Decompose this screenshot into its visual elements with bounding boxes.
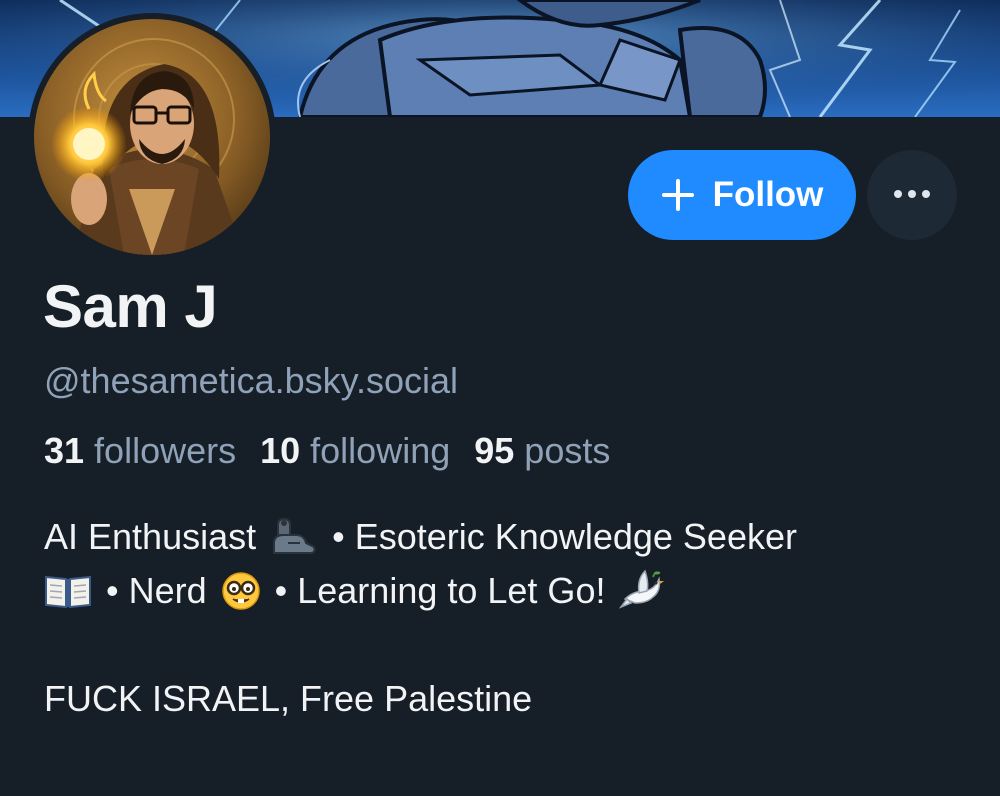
bio-text: AI Enthusiast (44, 516, 257, 557)
ellipsis-icon (892, 186, 932, 204)
profile-stats: 31 followers 10 following 95 posts (44, 430, 610, 472)
dove-icon (619, 569, 665, 613)
bio-blank-line (44, 618, 974, 672)
avatar[interactable] (34, 19, 270, 255)
posts-label: posts (524, 430, 611, 471)
display-name: Sam J (43, 273, 218, 340)
bio-line-2: • Nerd • Learning to Let Go! (44, 564, 974, 618)
follow-label: Follow (712, 175, 824, 214)
open-book-icon (44, 573, 92, 609)
followers-link[interactable]: 31 followers (44, 430, 236, 472)
follow-button[interactable]: Follow (628, 150, 856, 240)
more-options-button[interactable] (867, 150, 957, 240)
avatar-wizard-icon (34, 19, 270, 255)
bio-text: • Esoteric Knowledge Seeker (332, 516, 797, 557)
bio-text: • Nerd (106, 570, 207, 611)
bio-line-1: AI Enthusiast • Esoteric Knowledge Seeke… (44, 510, 974, 564)
flexed-biceps-mechanical-arm-icon (270, 517, 318, 557)
plus-icon (661, 178, 695, 212)
avatar-frame[interactable] (28, 13, 276, 261)
posts-count: 95 (474, 430, 515, 471)
bio-line-3: FUCK ISRAEL, Free Palestine (44, 672, 974, 726)
profile-bio: AI Enthusiast • Esoteric Knowledge Seeke… (44, 510, 974, 726)
posts-link: 95 posts (474, 430, 610, 472)
nerd-face-icon (221, 571, 261, 611)
following-link[interactable]: 10 following (260, 430, 450, 472)
following-count: 10 (260, 430, 301, 471)
followers-count: 31 (44, 430, 85, 471)
profile-page: Follow Sam J @thesametica.bsky.social 31… (0, 0, 1000, 796)
bio-text: FUCK ISRAEL, Free Palestine (44, 678, 533, 719)
handle: @thesametica.bsky.social (44, 360, 459, 401)
bio-text: • Learning to Let Go! (274, 570, 606, 611)
followers-label: followers (94, 430, 237, 471)
following-label: following (310, 430, 451, 471)
